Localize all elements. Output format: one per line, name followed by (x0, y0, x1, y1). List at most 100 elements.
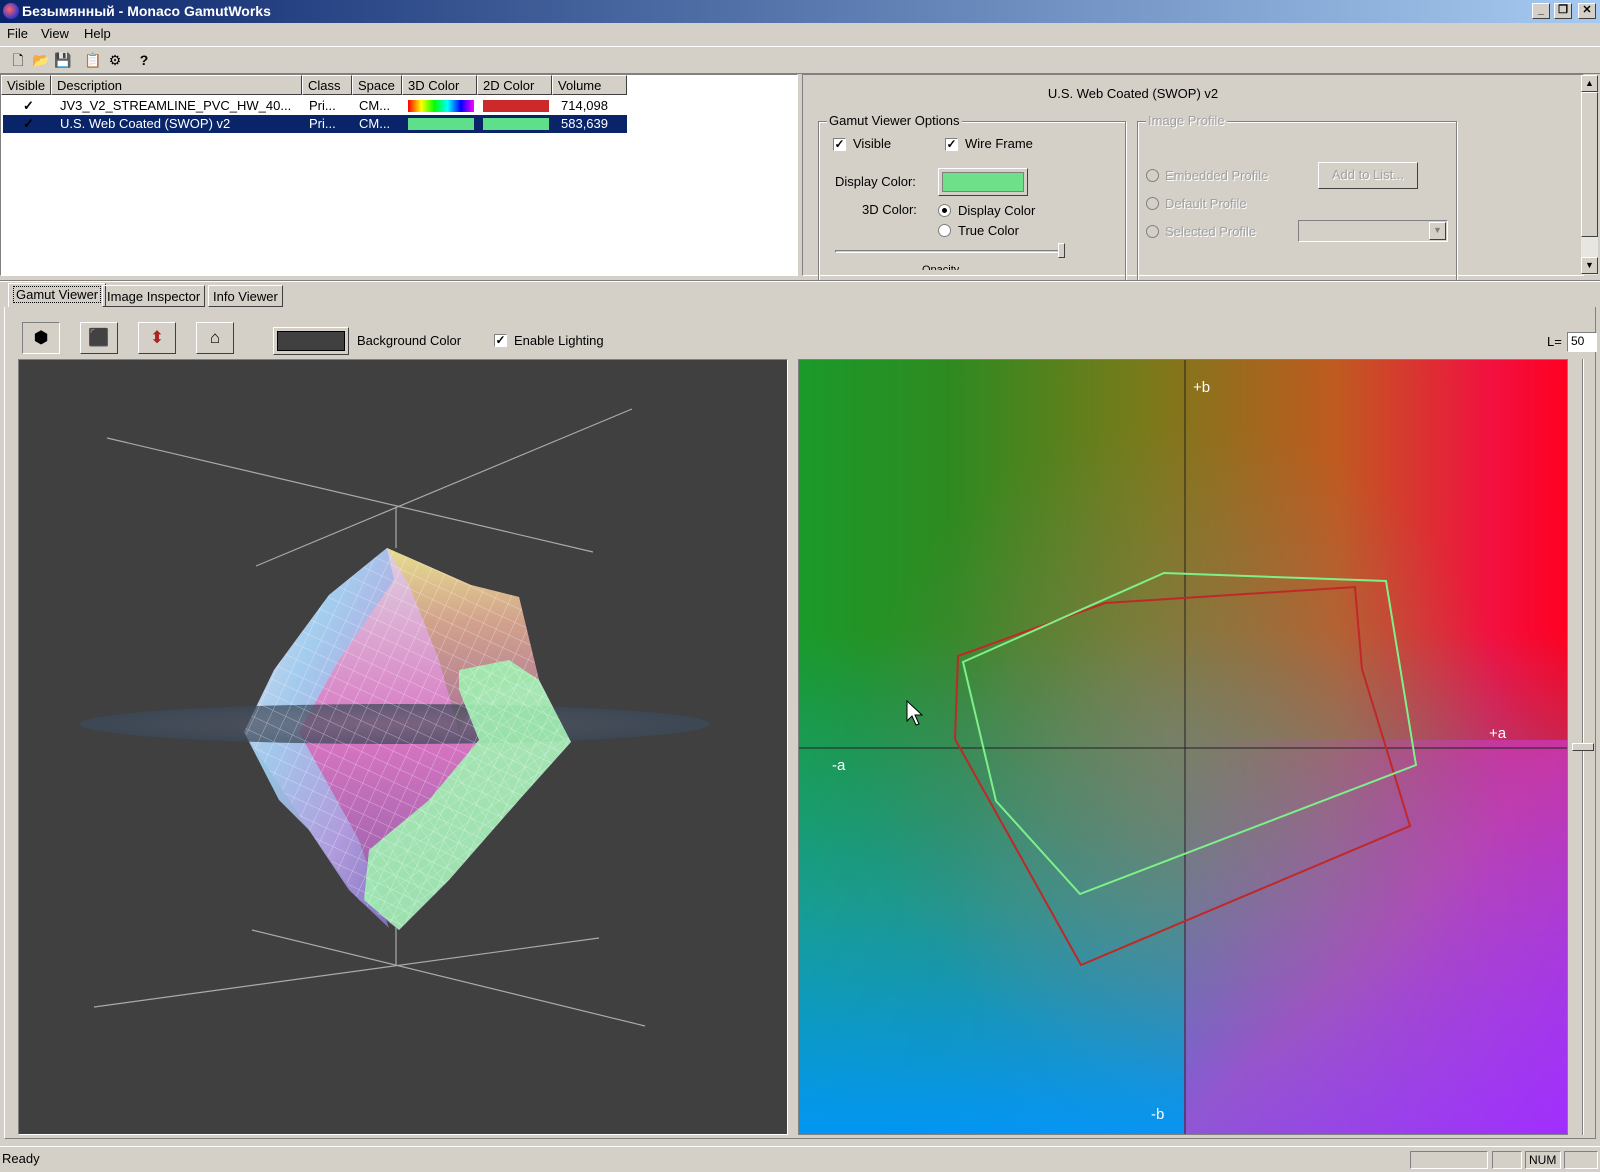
image-profile-group: Image Profile Embedded Profile Add to Li… (1137, 113, 1457, 281)
open-icon[interactable]: 📂 (31, 50, 51, 70)
display-color-button[interactable] (938, 168, 1028, 196)
row-class: Pri... (309, 98, 336, 113)
menu-bar: File View Help (0, 23, 1600, 45)
tab-info-viewer[interactable]: Info Viewer (208, 285, 283, 307)
options-scrollbar[interactable]: ▲ ▼ (1581, 75, 1598, 275)
l-value-input[interactable]: 50 (1567, 332, 1597, 352)
table-row[interactable]: ✓ U.S. Web Coated (SWOP) v2 Pri... CM...… (3, 115, 627, 133)
app-icon (3, 3, 19, 19)
gamut-3d-viewer[interactable] (18, 359, 788, 1135)
row-volume: 583,639 (561, 116, 608, 131)
front-view-icon[interactable]: ⬛ (80, 322, 118, 354)
side-view-icon[interactable]: ⬍ (138, 322, 176, 354)
status-pane (1564, 1151, 1598, 1169)
default-profile-radio[interactable] (1146, 197, 1159, 210)
display-color-radio[interactable] (938, 204, 951, 217)
mouse-cursor-icon (906, 699, 924, 726)
gamut-2d-plot[interactable]: +b -b +a -a (798, 359, 1568, 1135)
true-color-radio-label: True Color (958, 223, 1019, 238)
enable-lighting-checkbox[interactable]: ✓ (494, 334, 507, 347)
group-label: Image Profile (1146, 113, 1227, 128)
background-color-swatch (277, 331, 345, 351)
num-lock-indicator: NUM (1525, 1151, 1561, 1169)
splitter[interactable] (0, 280, 1600, 282)
chevron-down-icon[interactable]: ▼ (1429, 222, 1446, 240)
scroll-down-icon[interactable]: ▼ (1581, 257, 1598, 274)
selected-profile-radio[interactable] (1146, 225, 1159, 238)
col-visible[interactable]: Visible (1, 75, 51, 95)
row-space: CM... (359, 116, 391, 131)
plus-b-label: +b (1193, 379, 1211, 396)
row-volume: 714,098 (561, 98, 608, 113)
menu-view[interactable]: View (41, 26, 69, 41)
display-color-swatch (942, 172, 1024, 192)
opacity-slider-thumb[interactable] (1058, 243, 1065, 258)
enable-lighting-label: Enable Lighting (514, 333, 604, 348)
menu-file[interactable]: File (7, 26, 28, 41)
group-label: Gamut Viewer Options (827, 113, 962, 128)
options-panel: U.S. Web Coated (SWOP) v2 Gamut Viewer O… (802, 74, 1598, 281)
table-row[interactable]: ✓ JV3_V2_STREAMLINE_PVC_HW_40... Pri... … (3, 97, 627, 115)
scroll-thumb[interactable] (1581, 92, 1598, 237)
row-3d-swatch (408, 100, 474, 112)
gamut-viewer-options-group: Gamut Viewer Options ✓ Visible ✓ Wire Fr… (818, 113, 1126, 281)
row-class: Pri... (309, 116, 336, 131)
col-class[interactable]: Class (302, 75, 352, 95)
visible-check[interactable]: ✓ (23, 98, 34, 114)
gamut-3d-render (80, 408, 710, 1027)
visible-label: Visible (853, 136, 892, 151)
col-space[interactable]: Space (352, 75, 402, 95)
visible-checkbox[interactable]: ✓ (833, 138, 846, 151)
visible-check[interactable]: ✓ (23, 116, 34, 132)
minimize-button[interactable]: _ (1532, 3, 1550, 19)
plus-a-label: +a (1489, 725, 1507, 742)
axes-top (106, 408, 633, 567)
embedded-profile-radio[interactable] (1146, 169, 1159, 182)
status-bar: Ready NUM (0, 1146, 1600, 1172)
col-2d-color[interactable]: 2D Color (477, 75, 552, 95)
background-color-button[interactable] (273, 327, 349, 355)
save-icon[interactable]: 💾 (53, 50, 73, 70)
close-button[interactable]: ✕ (1578, 3, 1596, 19)
wireframe-label: Wire Frame (965, 136, 1033, 151)
tab-gamut-viewer[interactable]: Gamut Viewer (8, 283, 107, 307)
help-icon[interactable]: ? (134, 50, 154, 70)
window-title: Безымянный - Monaco GamutWorks (22, 3, 271, 19)
row-description: U.S. Web Coated (SWOP) v2 (60, 116, 231, 131)
3d-color-label: 3D Color: (862, 202, 917, 217)
l-slider-thumb[interactable] (1572, 743, 1594, 751)
menu-help[interactable]: Help (84, 26, 111, 41)
row-space: CM... (359, 98, 391, 113)
import-icon[interactable]: 📋 (83, 50, 103, 70)
restore-button[interactable]: ❐ (1554, 3, 1572, 19)
gamut-outline-swop (961, 571, 1418, 896)
scroll-up-icon[interactable]: ▲ (1581, 75, 1598, 92)
row-description: JV3_V2_STREAMLINE_PVC_HW_40... (60, 98, 292, 113)
opacity-slider-track[interactable] (835, 250, 1065, 253)
embedded-profile-label: Embedded Profile (1165, 168, 1269, 183)
profile-list: Visible Description Class Space 3D Color… (0, 74, 798, 276)
display-color-label: Display Color: (835, 174, 916, 189)
selected-profile-label: Selected Profile (1165, 224, 1257, 239)
row-2d-swatch (483, 100, 549, 112)
add-to-list-button[interactable]: Add to List... (1318, 162, 1418, 189)
row-2d-swatch (483, 118, 549, 130)
gamut-outlines (799, 360, 1567, 1134)
background-color-label: Background Color (357, 333, 462, 348)
tab-label: Gamut Viewer (13, 286, 102, 303)
profile-title: U.S. Web Coated (SWOP) v2 (1047, 86, 1219, 101)
rotate-view-icon[interactable]: ⬢ (22, 322, 60, 354)
true-color-radio[interactable] (938, 224, 951, 237)
display-color-radio-label: Display Color (958, 203, 1036, 218)
wireframe-checkbox[interactable]: ✓ (945, 138, 958, 151)
selected-profile-dropdown[interactable]: ▼ (1298, 220, 1448, 242)
gamut-outline-jv3 (953, 585, 1412, 967)
new-icon[interactable]: 🗋 (8, 50, 28, 70)
default-profile-label: Default Profile (1165, 196, 1247, 211)
home-view-icon[interactable]: ⌂ (196, 322, 234, 354)
col-volume[interactable]: Volume (552, 75, 627, 95)
tab-image-inspector[interactable]: Image Inspector (102, 285, 206, 307)
export-icon[interactable]: ⚙ (105, 50, 125, 70)
col-description[interactable]: Description (51, 75, 302, 95)
col-3d-color[interactable]: 3D Color (402, 75, 477, 95)
